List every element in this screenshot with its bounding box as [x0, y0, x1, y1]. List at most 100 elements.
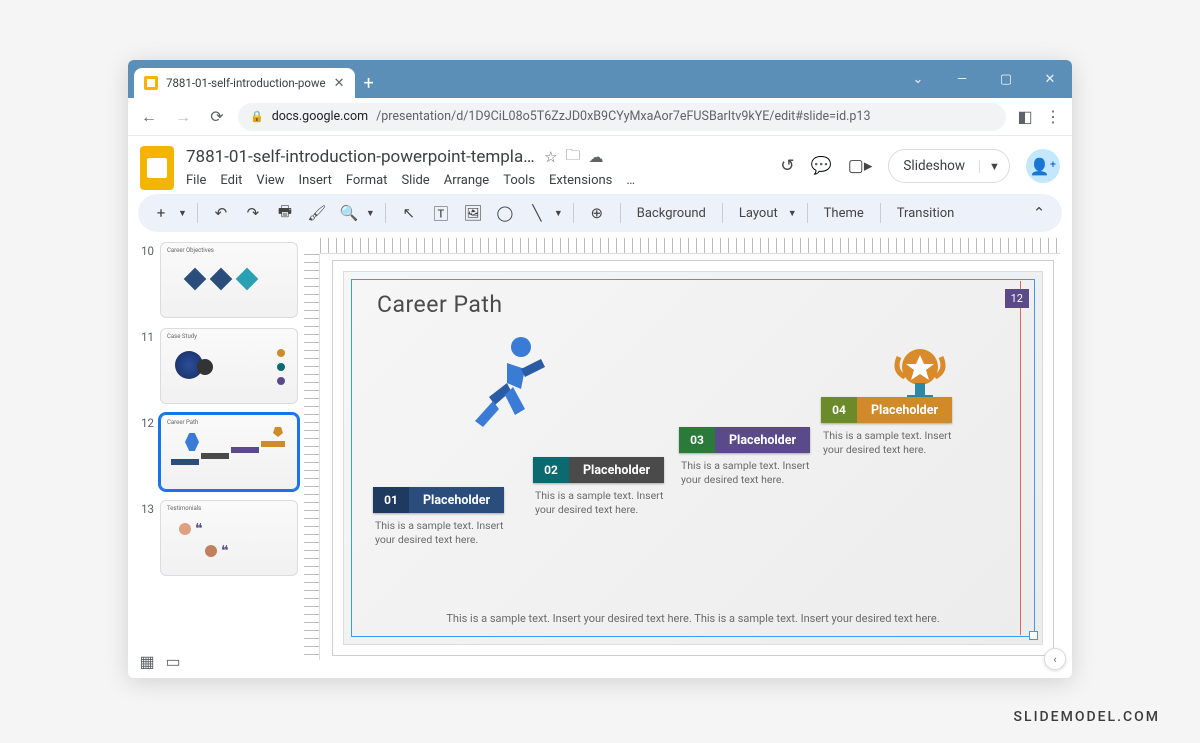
window-minimize-icon[interactable]: —	[940, 60, 984, 98]
thumb-num: 11	[138, 328, 154, 344]
step-num: 03	[679, 427, 715, 453]
step-num: 02	[533, 457, 569, 483]
menu-format[interactable]: Format	[346, 173, 388, 188]
window-controls: ⌄ — ▢ ✕	[896, 60, 1072, 98]
thumb-num: 12	[138, 414, 154, 430]
browser-window: 7881-01-self-introduction-powe ✕ + ⌄ — ▢…	[128, 60, 1072, 678]
redo-button[interactable]: ↷	[240, 200, 266, 226]
address-bar: ← → ⟳ 🔒 docs.google.com/presentation/d/1…	[128, 98, 1072, 136]
editor-area: 10 Career Objectives 11 Case Study 12	[128, 238, 1072, 678]
side-panel-icon[interactable]: ◧	[1014, 106, 1036, 128]
grid-view-icon[interactable]: ▦	[138, 652, 156, 670]
window-titlebar: 7881-01-self-introduction-powe ✕ + ⌄ — ▢…	[128, 60, 1072, 98]
guide-line	[1020, 281, 1022, 635]
slide-page: 12 Career Path	[343, 271, 1043, 645]
menu-view[interactable]: View	[256, 173, 284, 188]
slide-title: Career Path	[377, 291, 503, 318]
horizontal-ruler[interactable]	[320, 238, 1060, 254]
step-3: 03Placeholder	[679, 427, 810, 453]
thumb-slide-10[interactable]: Career Objectives	[160, 242, 298, 318]
comment-insert-button[interactable]: ⊕	[584, 200, 610, 226]
meet-icon[interactable]: ▢▸	[848, 156, 873, 176]
menubar: File Edit View Insert Format Slide Arran…	[186, 173, 768, 188]
slideshow-dropdown-icon[interactable]: ▼	[979, 160, 1009, 173]
line-tool[interactable]: ╲	[524, 200, 550, 226]
thumb-num: 10	[138, 242, 154, 258]
docs-header: 7881-01-self-introduction-powerpoint-tem…	[128, 136, 1072, 194]
step-4-desc: This is a sample text. Insert your desir…	[823, 429, 963, 457]
doc-title[interactable]: 7881-01-self-introduction-powerpoint-tem…	[186, 147, 536, 167]
menu-tools[interactable]: Tools	[503, 173, 535, 188]
tb-layout[interactable]: Layout	[733, 206, 784, 221]
star-icon[interactable]: ☆	[544, 148, 557, 166]
slide-thumbnails: 10 Career Objectives 11 Case Study 12	[128, 238, 304, 678]
nav-reload-icon[interactable]: ⟳	[204, 104, 230, 130]
slides-favicon-icon	[144, 76, 158, 90]
tb-background[interactable]: Background	[631, 206, 712, 221]
url-field[interactable]: 🔒 docs.google.com/presentation/d/1D9CiL0…	[238, 103, 1006, 131]
thumb-caption: Career Path	[167, 419, 198, 426]
step-label: Placeholder	[569, 457, 664, 483]
zoom-button[interactable]: 🔍	[336, 200, 362, 226]
nav-fwd-icon[interactable]: →	[170, 104, 196, 130]
browser-menu-icon[interactable]: ⋮	[1042, 106, 1064, 128]
share-button[interactable]: 👤⁺	[1026, 149, 1060, 183]
thumb-slide-12[interactable]: Career Path	[160, 414, 298, 490]
select-tool[interactable]: ↖	[396, 200, 422, 226]
textbox-tool[interactable]: 🅃	[428, 200, 454, 226]
step-num: 01	[373, 487, 409, 513]
url-host: docs.google.com	[272, 109, 368, 124]
history-icon[interactable]: ↺	[780, 156, 794, 176]
image-tool[interactable]: 🖼	[460, 200, 486, 226]
cloud-status-icon[interactable]: ☁	[588, 148, 603, 166]
selection-outline[interactable]	[351, 279, 1035, 637]
window-close-icon[interactable]: ✕	[1028, 60, 1072, 98]
slide-number-badge: 12	[1005, 289, 1029, 308]
comments-icon[interactable]: 💬	[811, 156, 832, 176]
new-tab-button[interactable]: +	[355, 68, 383, 98]
new-slide-button[interactable]: +	[148, 200, 174, 226]
slide-canvas[interactable]: 12 Career Path	[332, 260, 1054, 656]
shape-tool[interactable]: ◯	[492, 200, 518, 226]
toolbar-expand-icon[interactable]: ⌃	[1026, 200, 1052, 226]
undo-button[interactable]: ↶	[208, 200, 234, 226]
thumb-slide-13[interactable]: Testimonials ❝ ❝	[160, 500, 298, 576]
filmstrip-icon[interactable]: ▭	[164, 652, 182, 670]
nav-back-icon[interactable]: ←	[136, 104, 162, 130]
url-path: /presentation/d/1D9CiL08o5T6ZzJD0xB9CYyM…	[376, 109, 870, 124]
watermark: SLIDEMODEL.COM	[1014, 709, 1160, 725]
slideshow-button: Slideshow ▼	[888, 149, 1010, 183]
window-maximize-icon[interactable]: ▢	[984, 60, 1028, 98]
menu-arrange[interactable]: Arrange	[444, 173, 489, 188]
print-button[interactable]: 🖶	[272, 200, 298, 226]
canvas-area: 12 Career Path	[304, 238, 1072, 678]
menu-slide[interactable]: Slide	[401, 173, 429, 188]
paint-format-button[interactable]: 🖌	[304, 200, 330, 226]
thumb-caption: Career Objectives	[167, 247, 214, 254]
lock-icon: 🔒	[250, 110, 264, 123]
tab-close-icon[interactable]: ✕	[334, 76, 345, 91]
explore-toggle-icon[interactable]: ‹	[1044, 648, 1066, 670]
thumb-caption: Case Study	[167, 333, 197, 340]
step-2: 02Placeholder	[533, 457, 664, 483]
runner-icon	[463, 335, 549, 435]
menu-edit[interactable]: Edit	[220, 173, 242, 188]
vertical-ruler[interactable]	[304, 254, 320, 660]
step-4: 04Placeholder	[821, 397, 952, 423]
slides-logo-icon[interactable]	[140, 146, 174, 190]
browser-tab[interactable]: 7881-01-self-introduction-powe ✕	[134, 68, 355, 98]
move-folder-icon[interactable]: 🗀	[565, 145, 580, 170]
menu-insert[interactable]: Insert	[299, 173, 332, 188]
step-2-desc: This is a sample text. Insert your desir…	[535, 489, 675, 517]
menu-file[interactable]: File	[186, 173, 206, 188]
step-1-desc: This is a sample text. Insert your desir…	[375, 519, 515, 547]
slideshow-label[interactable]: Slideshow	[889, 158, 979, 174]
step-label: Placeholder	[857, 397, 952, 423]
thumb-slide-11[interactable]: Case Study	[160, 328, 298, 404]
step-label: Placeholder	[409, 487, 504, 513]
tb-transition[interactable]: Transition	[891, 206, 961, 221]
menu-extensions[interactable]: Extensions	[549, 173, 612, 188]
window-settings-icon[interactable]: ⌄	[896, 60, 940, 98]
menu-overflow[interactable]: …	[626, 173, 635, 188]
tb-theme[interactable]: Theme	[818, 206, 870, 221]
